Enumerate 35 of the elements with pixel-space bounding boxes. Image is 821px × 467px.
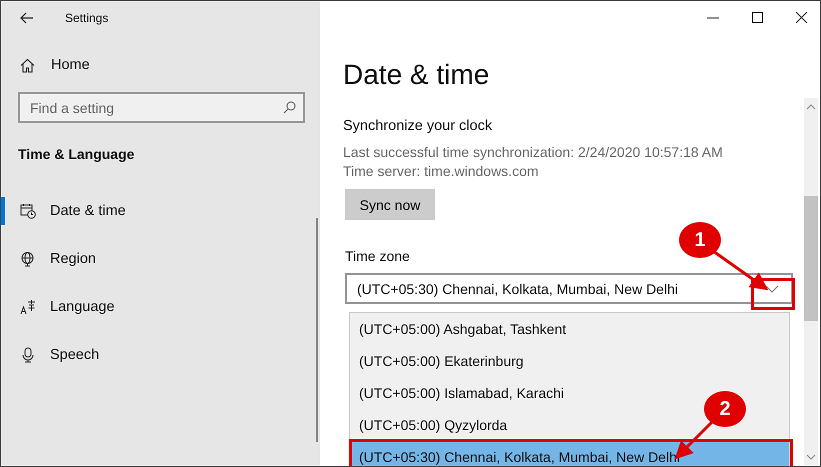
time-zone-option[interactable]: (UTC+05:00) Ekaterinburg xyxy=(350,345,533,377)
section-heading: Time & Language xyxy=(18,146,136,162)
maximize-icon[interactable] xyxy=(752,12,763,23)
time-zone-label: Time zone xyxy=(345,248,410,264)
scroll-down-icon[interactable] xyxy=(806,454,816,460)
time-server-text: Time server: time.windows.com xyxy=(343,163,540,179)
microphone-icon xyxy=(20,347,36,363)
back-icon[interactable] xyxy=(20,12,34,24)
sidebar-item[interactable]: Language xyxy=(1,293,320,321)
highlight-frame xyxy=(751,278,795,310)
time-zone-option[interactable]: (UTC+05:00) Islamabad, Karachi xyxy=(350,377,574,409)
time-zone-option[interactable]: (UTC+05:00) Qyzylorda xyxy=(350,409,516,441)
arrow xyxy=(712,250,768,290)
window-title: Settings xyxy=(65,11,108,25)
sync-heading: Synchronize your clock xyxy=(343,118,494,134)
sync-now-button[interactable]: Sync now xyxy=(345,189,435,220)
calendar-icon xyxy=(20,203,36,219)
language-icon xyxy=(20,299,36,315)
search-icon xyxy=(283,101,296,114)
last-sync-text: Last successful time synchronization: 2/24/2020 10:57:18 AM xyxy=(343,144,724,160)
sidebar-item[interactable]: Speech xyxy=(1,341,320,369)
minimize-icon[interactable] xyxy=(707,16,719,18)
time-zone-option[interactable]: (UTC+05:00) Ashgabat, Tashkent xyxy=(350,313,576,345)
scroll-up-icon[interactable] xyxy=(806,104,816,110)
search-field[interactable]: Find a setting xyxy=(18,92,305,123)
time-zone-dropdown[interactable]: (UTC+05:30) Chennai, Kolkata, Mumbai, New Delhi xyxy=(345,273,793,304)
home-icon xyxy=(20,58,35,72)
close-icon[interactable] xyxy=(796,12,807,23)
sidebar-item[interactable]: Region xyxy=(1,245,320,273)
sidebar-item[interactable]: Date & time xyxy=(1,197,320,225)
home-link[interactable]: Home xyxy=(18,57,90,73)
globe-icon xyxy=(20,251,36,267)
scrollbar[interactable] xyxy=(804,98,818,466)
chevron-down-icon xyxy=(765,284,779,292)
page-title: Date & time xyxy=(343,59,490,91)
